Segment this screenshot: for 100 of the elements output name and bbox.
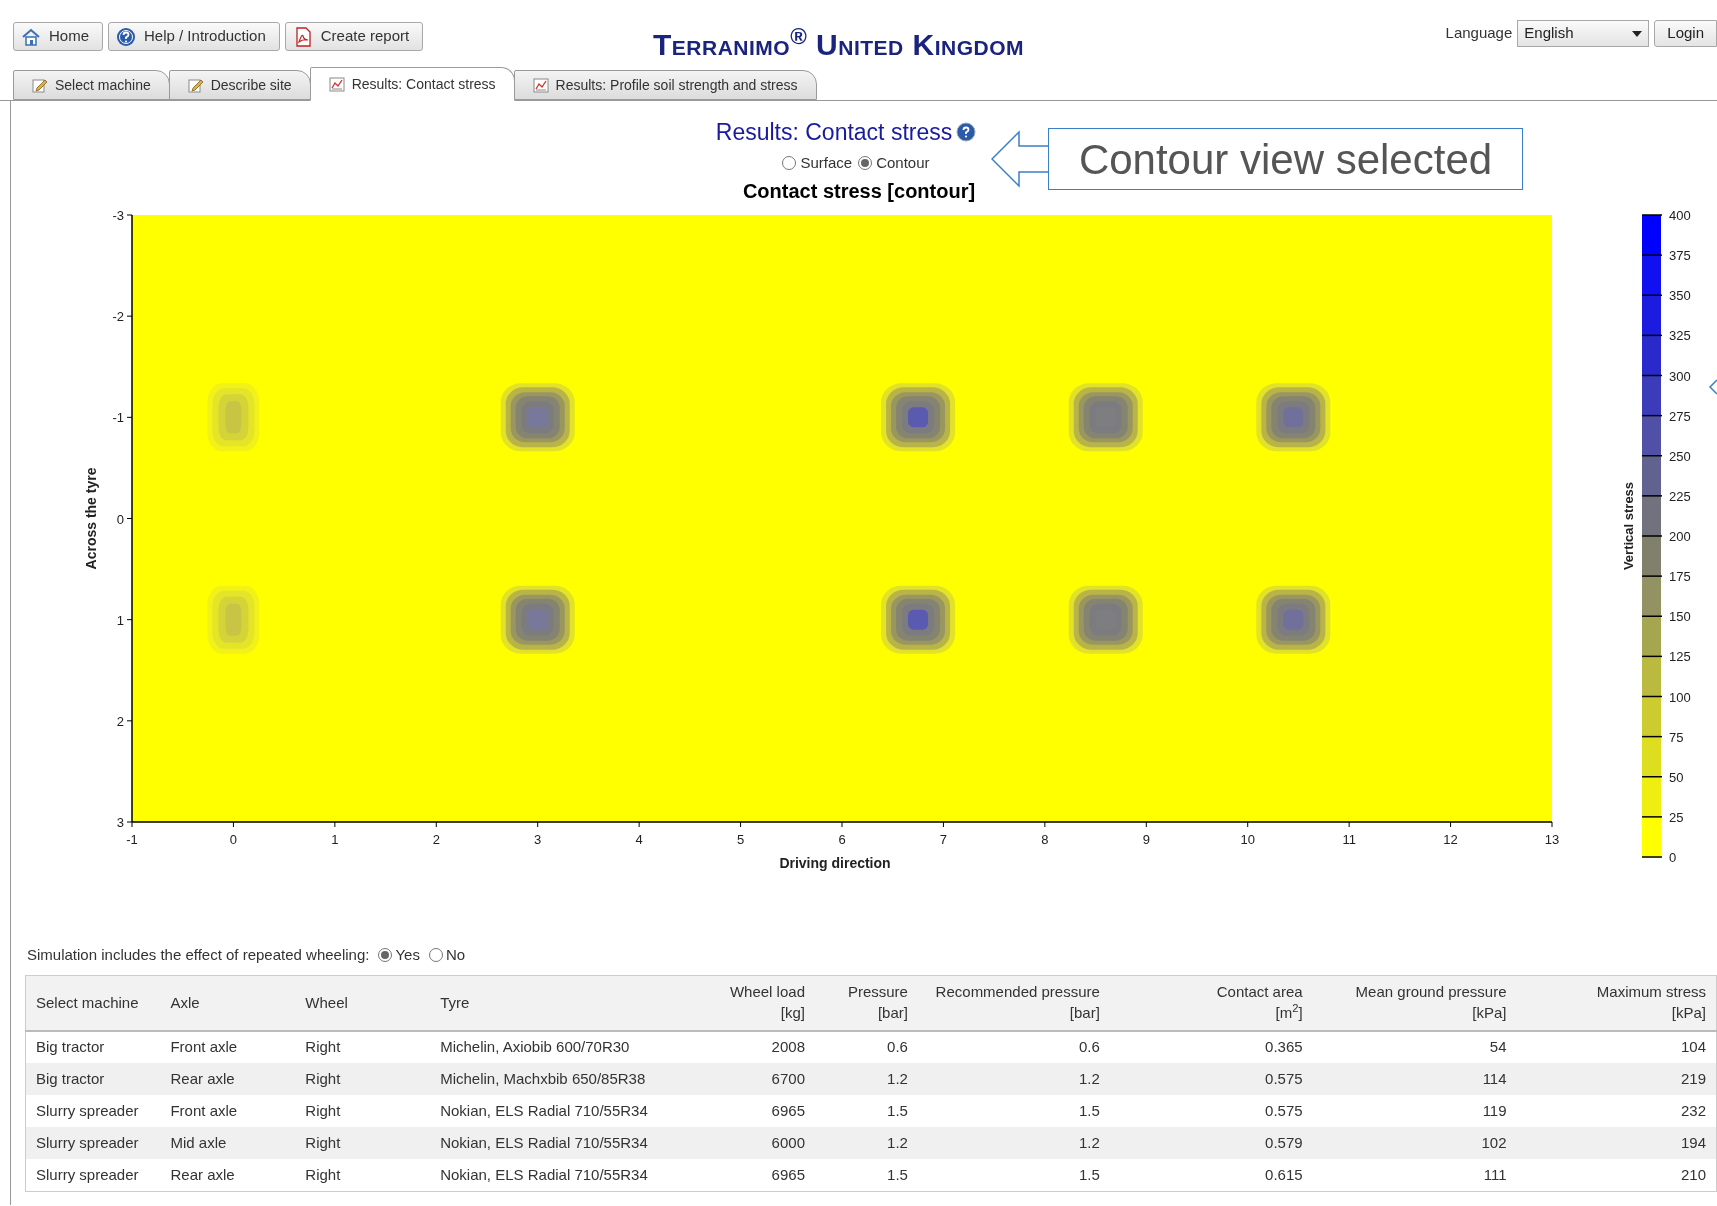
table-cell: Slurry spreader — [25, 1159, 161, 1191]
axis-title: Driving direction — [779, 855, 891, 871]
table-cell: Right — [295, 1159, 431, 1191]
chart-title: Contact stress [contour] — [742, 179, 976, 204]
pencil-icon — [32, 77, 48, 93]
table-cell: Mid axle — [160, 1127, 296, 1159]
column-header: Wheel — [305, 992, 348, 1013]
tick-label: 5 — [736, 832, 745, 847]
column-header: Contact area [m$^{2}$] — [1216, 982, 1303, 1023]
chart-icon — [328, 76, 345, 92]
table-cell: 0.365 — [1109, 1031, 1313, 1063]
tick-label: 9 — [1142, 832, 1150, 847]
tick-label: 10 — [1240, 832, 1255, 847]
table-cell: 1.2 — [917, 1127, 1110, 1159]
table-cell: 119 — [1312, 1095, 1517, 1127]
tick-label: 250 — [1669, 448, 1691, 464]
table-cell: Nokian, ELS Radial 710/55R34 — [430, 1127, 720, 1159]
tick-label: 1 — [331, 832, 339, 847]
table-cell: 194 — [1516, 1127, 1717, 1159]
table-cell: Right — [295, 1127, 431, 1159]
table-cell: 104 — [1516, 1031, 1717, 1063]
table-cell: Right — [295, 1031, 431, 1063]
login-button[interactable]: Login — [1654, 20, 1717, 47]
table-cell: Michelin, Axiobib 600/70R30 — [430, 1031, 720, 1063]
tick-label: 75 — [1669, 729, 1684, 745]
tick-label: 275 — [1669, 408, 1691, 424]
table-cell: 6700 — [720, 1063, 815, 1095]
column-header: Wheel load [kg] — [729, 982, 805, 1023]
tick-label: 0 — [229, 832, 238, 847]
column-header: Mean ground pressure [kPa] — [1355, 982, 1507, 1023]
app-title: Terranimo$^{®}$ United Kingdom — [653, 22, 1025, 63]
tick-label: 12 — [1443, 832, 1458, 847]
table-cell: 1.2 — [917, 1063, 1110, 1095]
table-cell: 6965 — [720, 1095, 815, 1127]
table-cell: 2008 — [720, 1031, 815, 1063]
table-cell: 1.5 — [815, 1159, 918, 1191]
tab[interactable]: Results: Profile soil strength and stress — [513, 70, 817, 100]
tab[interactable]: Describe site — [168, 70, 311, 100]
tick-label: -2 — [112, 309, 124, 325]
table-cell: 0.575 — [1109, 1095, 1313, 1127]
tick-label: 100 — [1669, 689, 1691, 705]
tick-label: 11 — [1342, 832, 1356, 847]
tick-label: 13 — [1544, 832, 1560, 847]
table-cell: 1.2 — [815, 1063, 918, 1095]
toolbar-button[interactable]: Home — [13, 22, 103, 51]
tick-label: 300 — [1669, 368, 1691, 384]
column-header: Tyre — [440, 992, 470, 1013]
tick-label: 25 — [1669, 809, 1684, 825]
callout-arrow — [991, 129, 1049, 189]
tick-label: 0 — [1669, 850, 1677, 865]
tick-label: 7 — [939, 832, 948, 847]
tick-label: 2 — [116, 713, 124, 729]
table-cell: 54 — [1312, 1031, 1517, 1063]
table-cell: 232 — [1516, 1095, 1717, 1127]
tick-label: 0 — [116, 511, 124, 527]
stress-spot — [207, 383, 260, 452]
radio-button[interactable] — [782, 155, 797, 170]
table-cell: Slurry spreader — [25, 1127, 161, 1159]
column-header: Axle — [170, 992, 200, 1013]
table-cell: 1.5 — [815, 1095, 918, 1127]
tab[interactable]: Results: Contact stress — [309, 67, 515, 101]
table-cell: 1.2 — [815, 1127, 918, 1159]
home-icon — [21, 27, 41, 46]
section-title: Results: Contact stress — [715, 118, 953, 147]
radio-button[interactable] — [378, 948, 393, 963]
table-cell: 1.5 — [917, 1095, 1110, 1127]
table-cell: 0.6 — [917, 1031, 1110, 1063]
tab[interactable]: Select machine — [13, 70, 170, 100]
tick-label: 4 — [635, 832, 643, 847]
table-cell: Michelin, Machxbib 650/85R38 — [430, 1063, 720, 1095]
tick-label: 125 — [1669, 649, 1691, 665]
tick-label: 350 — [1669, 288, 1691, 304]
table-cell: 6000 — [720, 1127, 815, 1159]
table-cell: 1.5 — [917, 1159, 1110, 1191]
table-cell: 0.6 — [815, 1031, 918, 1063]
tick-label: -3 — [112, 208, 124, 223]
column-header: Select machine — [36, 992, 139, 1013]
table-cell: Right — [295, 1063, 431, 1095]
column-header: Maximum stress [kPa] — [1596, 982, 1706, 1023]
stress-spot — [207, 585, 260, 654]
tick-label: 400 — [1669, 208, 1691, 223]
tick-label: 325 — [1669, 328, 1691, 344]
tick-label: 150 — [1669, 609, 1691, 625]
radio-label: Yes — [395, 945, 420, 965]
toolbar-button[interactable]: Create report — [284, 22, 424, 51]
table-cell: Rear axle — [160, 1063, 296, 1095]
tick-label: 6 — [838, 832, 846, 847]
table-cell: 114 — [1312, 1063, 1517, 1095]
column-header: Recommended pressure [bar] — [935, 982, 1100, 1023]
table-cell: 0.579 — [1109, 1127, 1313, 1159]
language-dropdown[interactable]: English — [1517, 20, 1650, 47]
tick-label: 3 — [116, 815, 124, 830]
toolbar-button[interactable]: Help / Introduction — [108, 22, 280, 51]
table-cell: Nokian, ELS Radial 710/55R34 — [430, 1095, 720, 1127]
help-icon[interactable] — [956, 122, 977, 143]
table-cell: 102 — [1312, 1127, 1517, 1159]
chart-icon — [532, 77, 549, 93]
radio-button[interactable] — [858, 155, 873, 170]
radio-button[interactable] — [428, 948, 443, 963]
tick-label: 200 — [1669, 529, 1691, 544]
